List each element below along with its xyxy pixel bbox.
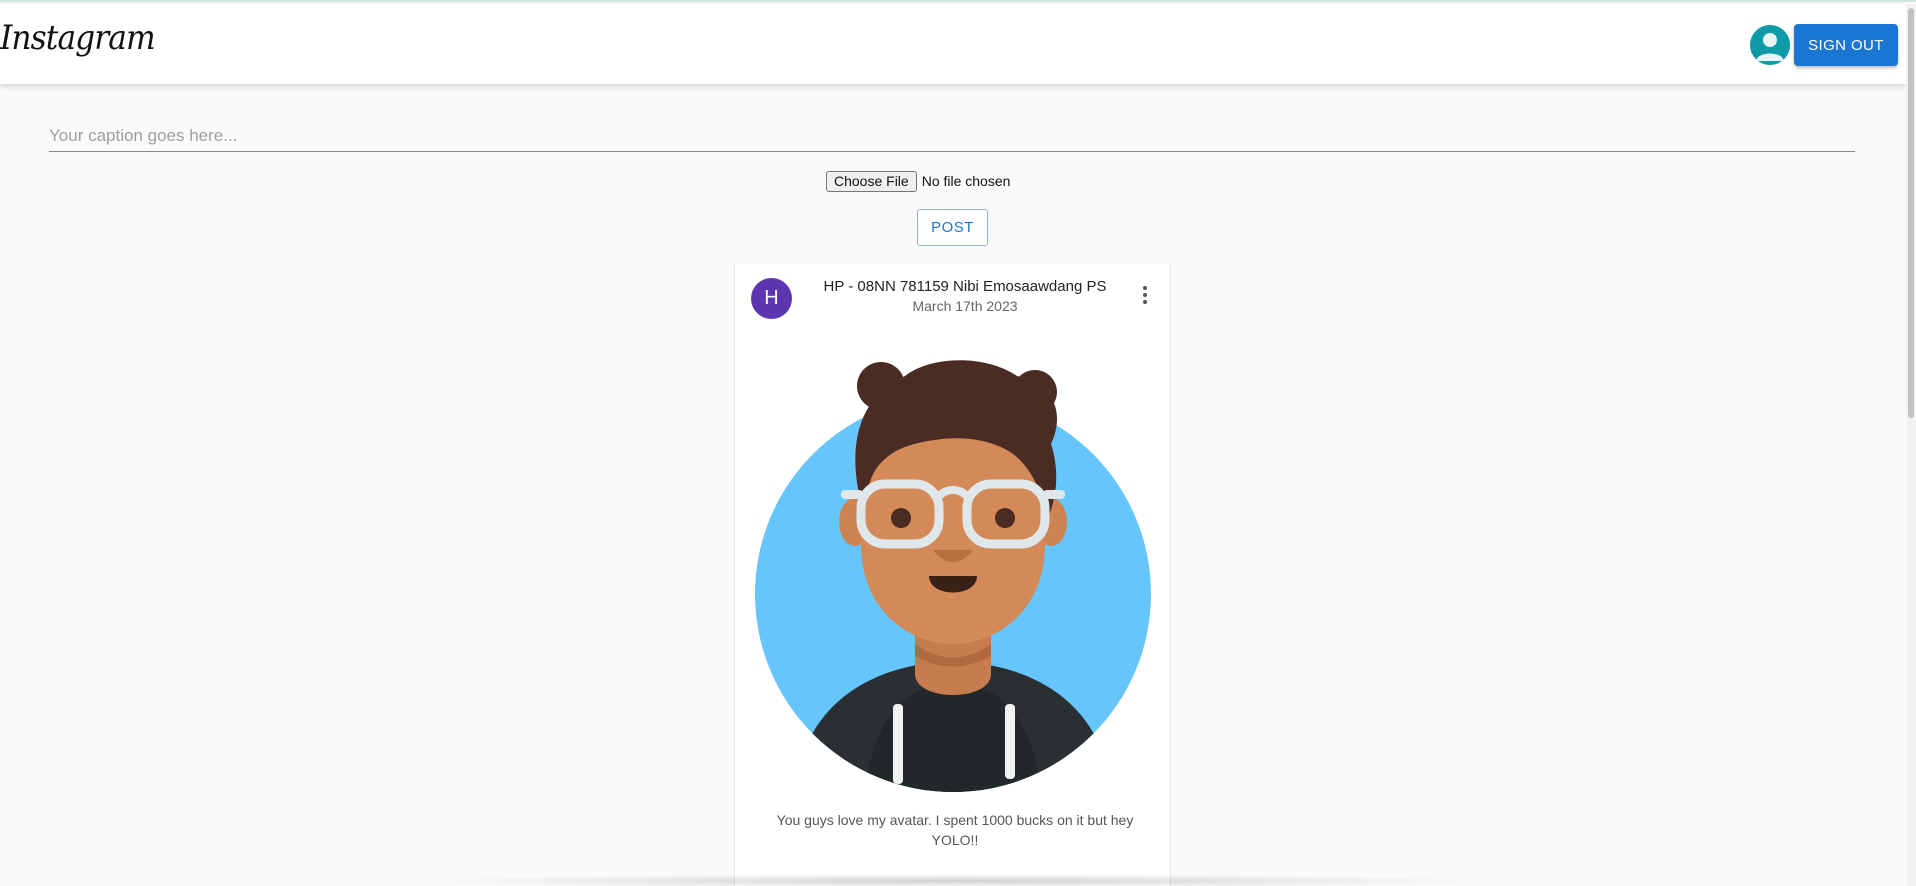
more-vertical-icon[interactable] bbox=[1135, 282, 1155, 308]
instagram-logo[interactable]: Instagram bbox=[0, 18, 156, 58]
post-button[interactable]: POST bbox=[917, 209, 988, 246]
choose-file-button[interactable]: Choose File bbox=[826, 170, 917, 192]
post-date: March 17th 2023 bbox=[912, 298, 1018, 314]
post-caption: You guys love my avatar. I spent 1000 bu… bbox=[776, 812, 1134, 848]
file-input[interactable]: Choose File No file chosen bbox=[826, 170, 1010, 192]
post-username[interactable]: HP - 08NN 781159 Nibi Emosaawdang PS bbox=[735, 278, 1195, 295]
caption-input[interactable] bbox=[49, 120, 1855, 152]
next-card-shadow bbox=[420, 874, 1490, 886]
user-avatar-icon[interactable] bbox=[1750, 25, 1790, 65]
top-navigation-bar: Instagram SIGN OUT bbox=[0, 4, 1906, 84]
post-image bbox=[755, 360, 1151, 792]
post-card: H HP - 08NN 781159 Nibi Emosaawdang PS M… bbox=[734, 264, 1171, 886]
sign-out-button[interactable]: SIGN OUT bbox=[1794, 24, 1898, 66]
file-status-text: No file chosen bbox=[921, 173, 1011, 189]
scrollbar-thumb[interactable] bbox=[1908, 8, 1914, 418]
vertical-scrollbar[interactable] bbox=[1906, 4, 1916, 886]
app-window: Instagram SIGN OUT Choose File No file c… bbox=[0, 0, 1916, 886]
